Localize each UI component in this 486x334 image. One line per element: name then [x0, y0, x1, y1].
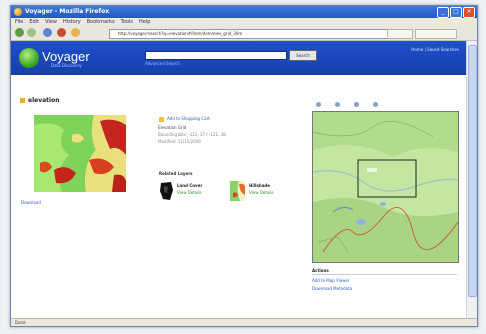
- vertical-scrollbar[interactable]: [466, 41, 477, 318]
- related-title-2[interactable]: Hillshade: [249, 183, 270, 188]
- elevation-thumbnail[interactable]: [34, 115, 126, 192]
- zoom-out-icon[interactable]: [335, 102, 340, 107]
- menu-bookmarks[interactable]: Bookmarks: [87, 18, 115, 26]
- logo-globe-icon: [19, 48, 39, 68]
- status-bar: Done: [11, 318, 477, 326]
- map-viewer[interactable]: [312, 111, 459, 263]
- layer-icon: [20, 98, 25, 103]
- cart-icon: [159, 117, 164, 122]
- zoom-in-icon[interactable]: [316, 102, 321, 107]
- forward-icon[interactable]: [27, 28, 36, 37]
- thumbnail-link[interactable]: Download: [21, 200, 41, 205]
- menu-help[interactable]: Help: [139, 18, 150, 26]
- actions-panel: Actions Add to Map Viewer Download Metad…: [312, 267, 457, 307]
- extent-icon[interactable]: [373, 102, 378, 107]
- search-input[interactable]: [145, 51, 287, 60]
- back-icon[interactable]: [15, 28, 24, 37]
- browser-search-box[interactable]: [415, 29, 457, 39]
- app-icon: [14, 8, 22, 16]
- logo-text[interactable]: Voyager: [42, 49, 90, 64]
- browser-window: Voyager - Mozilla Firefox _ □ × File Edi…: [10, 5, 478, 327]
- item-title: elevation: [28, 97, 60, 104]
- related-label: Related Layers: [159, 171, 193, 176]
- header-links[interactable]: Home | Saved Searches: [411, 47, 459, 52]
- meta-modified: Modified: 11/15/2008: [158, 139, 201, 144]
- scrollbar-thumb[interactable]: [468, 45, 477, 297]
- menu-view[interactable]: View: [45, 18, 57, 26]
- meta-type: Elevation Grid: [158, 125, 187, 130]
- related-link-2[interactable]: View Details: [249, 190, 274, 195]
- menu-tools[interactable]: Tools: [121, 18, 133, 26]
- meta-bbox: Bounding Box: -122, 37 / -121, 38: [158, 132, 226, 137]
- related-thumb-hillshade[interactable]: [230, 181, 245, 201]
- menu-file[interactable]: File: [15, 18, 23, 26]
- window-controls: _ □ ×: [437, 7, 475, 18]
- map-toolbar: [316, 102, 378, 107]
- go-button[interactable]: [387, 29, 413, 39]
- reload-icon[interactable]: [43, 28, 52, 37]
- advanced-search-link[interactable]: Advanced Search: [145, 61, 180, 66]
- window-title: Voyager - Mozilla Firefox: [25, 8, 110, 15]
- meta-cart[interactable]: Add to Shopping Cart: [167, 116, 210, 121]
- menu-edit[interactable]: Edit: [29, 18, 39, 26]
- navigation-toolbar: http://voyager/search?q=elevation#/item/…: [11, 26, 477, 41]
- maximize-button[interactable]: □: [450, 7, 462, 18]
- close-button[interactable]: ×: [463, 7, 475, 18]
- address-bar[interactable]: http://voyager/search?q=elevation#/item/…: [109, 29, 389, 39]
- logo-subtitle: Data Discovery: [51, 63, 82, 68]
- minimize-button[interactable]: _: [437, 7, 449, 18]
- stop-icon[interactable]: [57, 28, 66, 37]
- page-content: Voyager Data Discovery Search Advanced S…: [11, 41, 467, 318]
- screenshot-frame: Voyager - Mozilla Firefox _ □ × File Edi…: [0, 0, 486, 334]
- home-icon[interactable]: [71, 28, 80, 37]
- action-download-metadata[interactable]: Download Metadata: [312, 286, 457, 291]
- search-button[interactable]: Search: [289, 50, 317, 61]
- action-add-to-map[interactable]: Add to Map Viewer: [312, 278, 457, 283]
- title-bar: Voyager - Mozilla Firefox _ □ ×: [11, 6, 477, 18]
- pan-icon[interactable]: [354, 102, 359, 107]
- related-title-1[interactable]: Land Cover: [177, 183, 202, 188]
- related-thumb-landcover[interactable]: [159, 181, 174, 201]
- menu-bar: File Edit View History Bookmarks Tools H…: [11, 18, 477, 26]
- site-header: Voyager Data Discovery Search Advanced S…: [11, 41, 467, 75]
- related-link-1[interactable]: View Details: [177, 190, 202, 195]
- actions-heading: Actions: [312, 267, 457, 275]
- menu-history[interactable]: History: [63, 18, 81, 26]
